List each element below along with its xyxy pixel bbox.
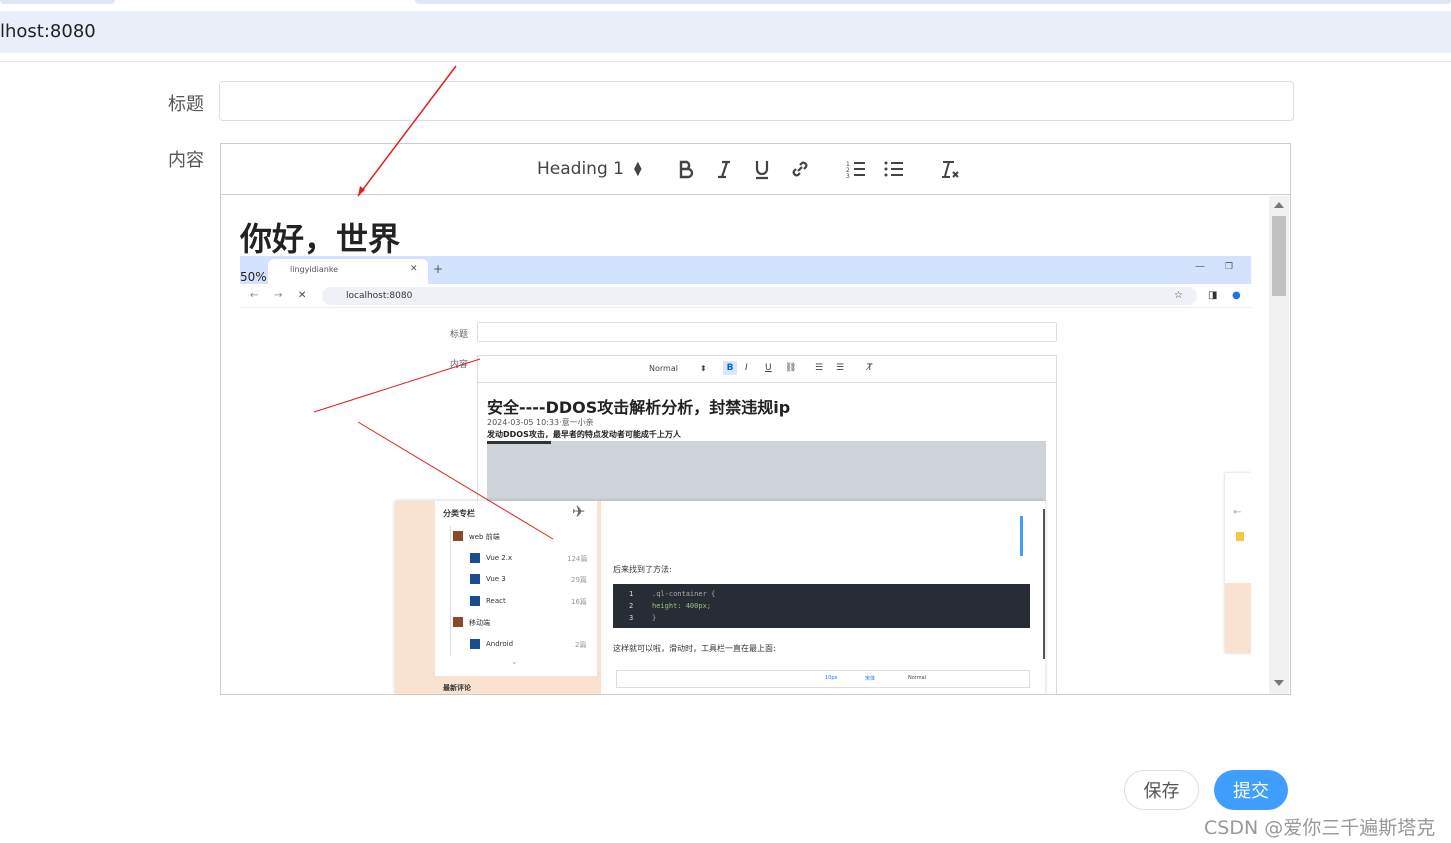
save-button[interactable]: 保存 xyxy=(1124,770,1199,810)
browser-address-bar[interactable]: lhost:8080 xyxy=(0,11,1451,53)
watermark: CSDN @爱你三千遍斯塔克 xyxy=(1204,817,1436,839)
clear-format-button[interactable] xyxy=(937,156,963,182)
editor-toolbar: Heading 1 ▲ ▼ 123 xyxy=(221,144,1290,195)
italic-button[interactable] xyxy=(711,156,737,182)
title-label: 标题 xyxy=(168,94,204,115)
clear-format-icon xyxy=(942,161,959,178)
editor-heading: 你好，世界 xyxy=(240,220,401,258)
rich-text-editor[interactable]: Heading 1 ▲ ▼ 123 你好，世界 50% lingyidianke… xyxy=(220,143,1291,695)
bold-button[interactable] xyxy=(673,156,699,182)
ordered-list-icon: 123 xyxy=(846,161,865,180)
browser-tab-strip xyxy=(0,0,1451,11)
ordered-list-button[interactable]: 123 xyxy=(843,156,869,182)
address-url[interactable]: lhost:8080 xyxy=(0,21,96,42)
embedded-screenshot-image: 50% lingyidianke ✕ + — ❐ ← → ✕ localhost… xyxy=(240,256,1251,694)
italic-icon xyxy=(718,160,730,179)
bold-icon xyxy=(679,160,694,179)
link-icon xyxy=(792,161,808,177)
underline-button[interactable] xyxy=(749,156,775,182)
heading-select[interactable]: Heading 1 ▲ ▼ xyxy=(537,156,645,182)
scroll-down-icon[interactable] xyxy=(1274,680,1284,686)
heading-select-value: Heading 1 xyxy=(537,159,624,179)
underline-icon xyxy=(755,161,769,180)
scroll-up-icon[interactable] xyxy=(1274,202,1284,208)
scroll-thumb[interactable] xyxy=(1272,216,1286,296)
editor-content[interactable]: 你好，世界 50% lingyidianke ✕ + — ❐ ← → ✕ loc… xyxy=(221,196,1268,694)
link-button[interactable] xyxy=(787,156,813,182)
bullet-list-icon xyxy=(884,161,903,177)
mini-annotation-arrows xyxy=(313,358,554,540)
browser-tab[interactable] xyxy=(0,0,115,4)
title-input[interactable] xyxy=(219,81,1294,121)
svg-text:3: 3 xyxy=(846,173,850,180)
submit-button[interactable]: 提交 xyxy=(1214,770,1288,810)
content-label: 内容 xyxy=(168,150,204,171)
header-divider xyxy=(0,61,1451,62)
browser-tab-strip-bg xyxy=(415,0,1451,4)
bullet-list-button[interactable] xyxy=(881,156,907,182)
editor-scrollbar[interactable] xyxy=(1269,196,1289,694)
select-arrows-icon: ▲ ▼ xyxy=(633,160,642,178)
